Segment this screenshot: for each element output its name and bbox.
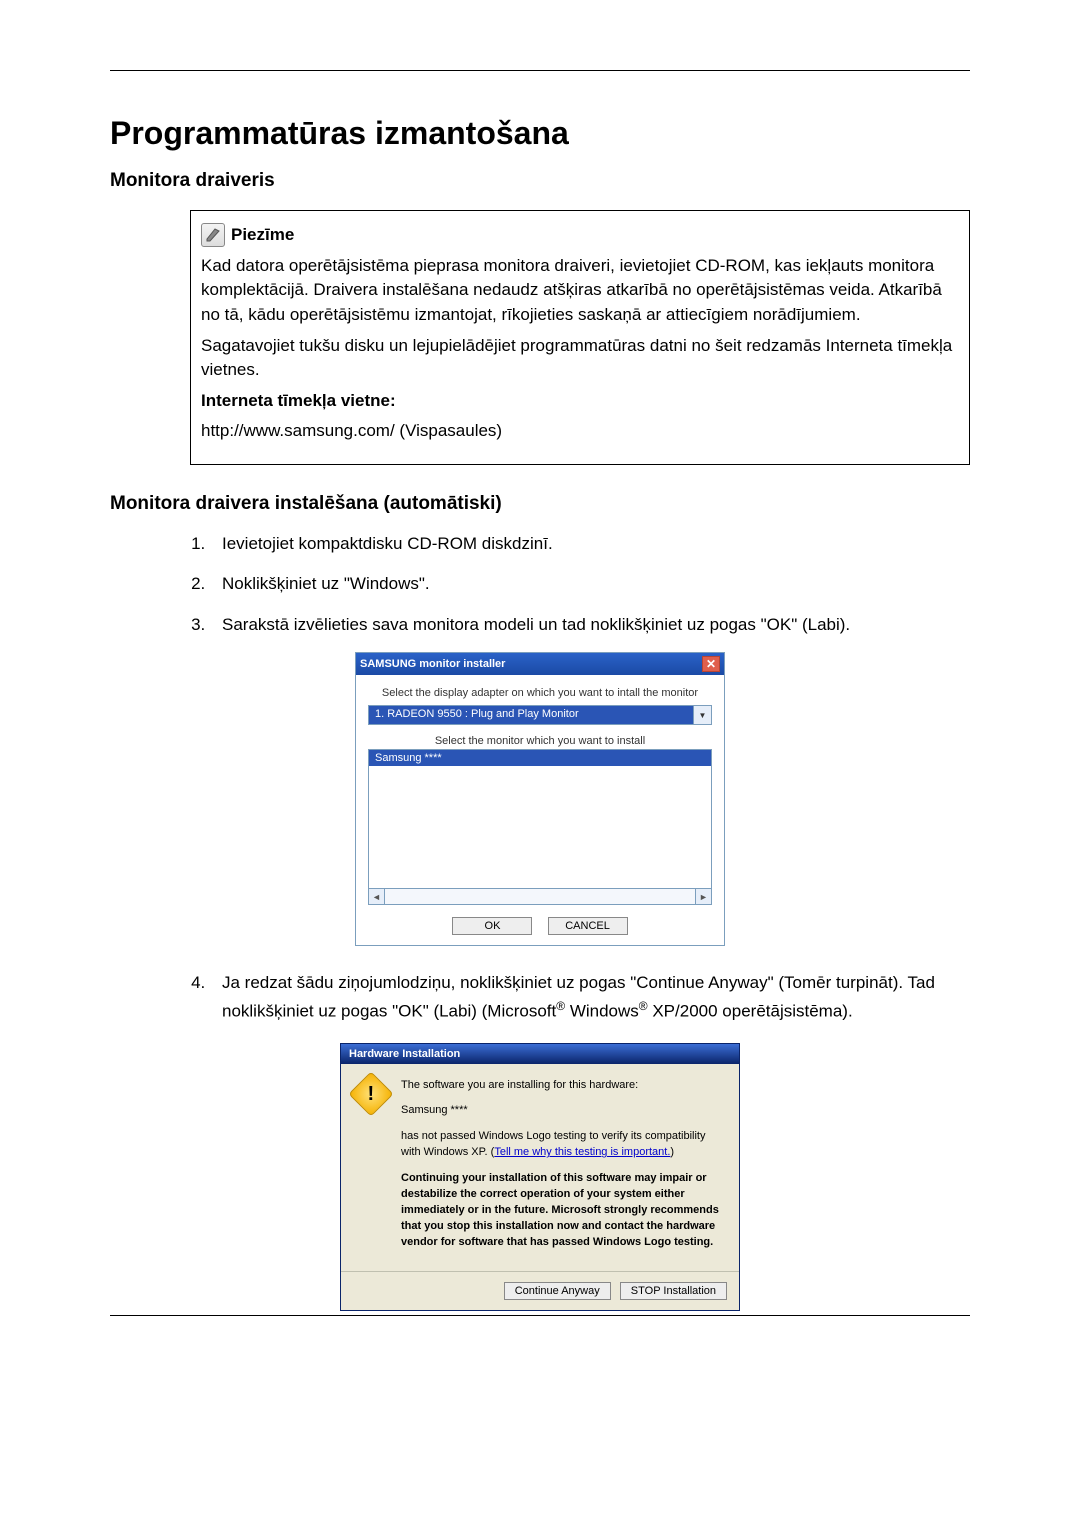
installer-titlebar: SAMSUNG monitor installer ✕ xyxy=(356,653,724,675)
warning-icon: ! xyxy=(348,1071,393,1116)
step-4-text-b: Windows xyxy=(565,1001,639,1020)
bottom-divider xyxy=(110,1315,970,1316)
note-url-link[interactable]: http://www.samsung.com/ (Vispasaules) xyxy=(201,421,502,440)
installer-monitor-list[interactable]: Samsung **** xyxy=(368,749,712,889)
install-steps-list: Ievietojiet kompaktdisku CD-ROM diskdzin… xyxy=(210,531,970,638)
hw-p2: has not passed Windows Logo testing to v… xyxy=(401,1129,725,1161)
note-site-label: Interneta tīmekļa vietne: xyxy=(201,391,396,410)
ok-button[interactable]: OK xyxy=(452,917,532,935)
hw-p1: The software you are installing for this… xyxy=(401,1078,725,1094)
continue-anyway-button[interactable]: Continue Anyway xyxy=(504,1282,611,1300)
step-3: Sarakstā izvēlieties sava monitora model… xyxy=(210,612,970,638)
installer-adapter-label: Select the display adapter on which you … xyxy=(368,687,712,699)
installer-adapter-select[interactable]: 1. RADEON 9550 : Plug and Play Monitor ▼ xyxy=(368,705,712,725)
horizontal-scrollbar[interactable]: ◄ ► xyxy=(368,889,712,905)
scroll-right-icon[interactable]: ► xyxy=(695,889,711,904)
installer-title-text: SAMSUNG monitor installer xyxy=(360,658,505,670)
installer-dialog: SAMSUNG monitor installer ✕ Select the d… xyxy=(355,652,725,946)
step-1: Ievietojiet kompaktdisku CD-ROM diskdzin… xyxy=(210,531,970,557)
hardware-installation-dialog: Hardware Installation ! The software you… xyxy=(340,1043,740,1311)
hw-p2b: ) xyxy=(670,1146,674,1158)
section-monitor-driver-heading: Monitora draiveris xyxy=(110,170,970,192)
hw-titlebar: Hardware Installation xyxy=(341,1044,739,1064)
page-title: Programmatūras izmantošana xyxy=(110,115,970,152)
step-4-text-c: XP/2000 operētājsistēma). xyxy=(648,1001,853,1020)
hw-p3: Continuing your installation of this sof… xyxy=(401,1172,719,1248)
installer-monitor-item[interactable]: Samsung **** xyxy=(369,750,711,766)
top-divider xyxy=(110,70,970,71)
installer-monitor-label: Select the monitor which you want to ins… xyxy=(368,735,712,747)
close-icon[interactable]: ✕ xyxy=(702,656,720,672)
installer-adapter-value: 1. RADEON 9550 : Plug and Play Monitor xyxy=(368,705,694,725)
hw-model: Samsung **** xyxy=(401,1103,725,1119)
chevron-down-icon[interactable]: ▼ xyxy=(694,705,712,725)
note-label: Piezīme xyxy=(231,223,294,248)
note-box: Piezīme Kad datora operētājsistēma piepr… xyxy=(190,210,970,465)
stop-installation-button[interactable]: STOP Installation xyxy=(620,1282,727,1300)
install-steps-list-continued: Ja redzat šādu ziņojumlodziņu, noklikšķi… xyxy=(210,970,970,1024)
step-4: Ja redzat šādu ziņojumlodziņu, noklikšķi… xyxy=(210,970,970,1024)
note-icon xyxy=(201,223,225,247)
hw-link[interactable]: Tell me why this testing is important. xyxy=(494,1146,670,1158)
section-auto-install-heading: Monitora draivera instalēšana (automātis… xyxy=(110,493,970,515)
cancel-button[interactable]: CANCEL xyxy=(548,917,628,935)
note-paragraph-2: Sagatavojiet tukšu disku un lejupielādēj… xyxy=(201,334,959,383)
note-paragraph-1: Kad datora operētājsistēma pieprasa moni… xyxy=(201,254,959,328)
step-2: Noklikšķiniet uz "Windows". xyxy=(210,571,970,597)
registered-mark-1: ® xyxy=(556,999,565,1013)
scroll-track[interactable] xyxy=(385,889,695,904)
scroll-left-icon[interactable]: ◄ xyxy=(369,889,385,904)
registered-mark-2: ® xyxy=(639,999,648,1013)
